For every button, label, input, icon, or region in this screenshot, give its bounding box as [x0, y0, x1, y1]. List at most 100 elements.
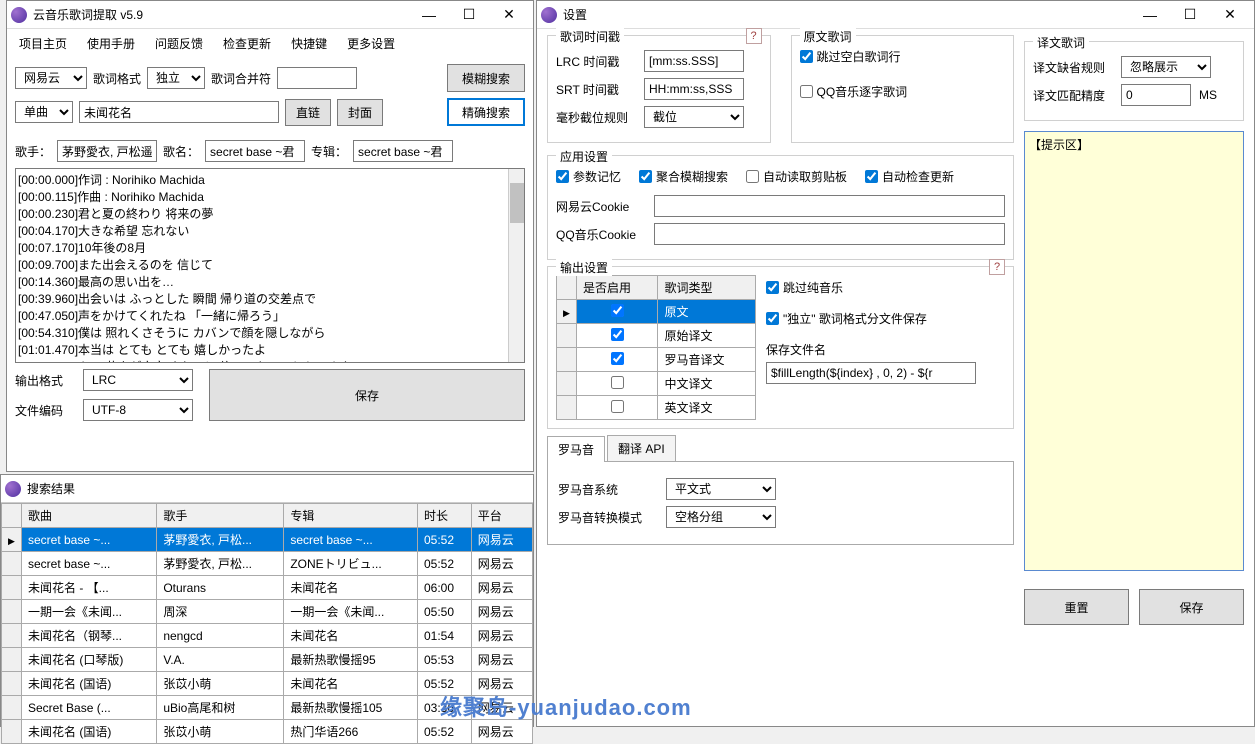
col-duration[interactable]: 时长	[417, 504, 471, 528]
main-title: 云音乐歌词提取 v5.9	[33, 6, 409, 23]
exact-search-button[interactable]: 精确搜索	[447, 98, 525, 126]
agg-fuzzy-checkbox[interactable]: 聚合模糊搜索	[639, 168, 728, 185]
skip-pure-checkbox[interactable]: 跳过纯音乐	[766, 279, 1005, 296]
lyric-ts-legend: 歌词时间戳	[556, 28, 624, 45]
orig-lyric-legend: 原文歌词	[800, 28, 856, 45]
encoding-select[interactable]: UTF-8	[83, 399, 193, 421]
menu-home[interactable]: 项目主页	[15, 33, 71, 54]
help-icon[interactable]: ?	[989, 259, 1005, 275]
settings-reset-button[interactable]: 重置	[1024, 589, 1129, 625]
table-row[interactable]: secret base ~...茅野愛衣, 戸松...secret base ~…	[2, 528, 533, 552]
lyrics-textarea[interactable]: [00:00.000]作词 : Norihiko Machida [00:00.…	[15, 168, 525, 363]
split-file-checkbox[interactable]: "独立" 歌词格式分文件保存	[766, 310, 1005, 327]
missing-rule-select[interactable]: 忽略展示	[1121, 56, 1211, 78]
minimize-button[interactable]: —	[409, 3, 449, 27]
skip-blank-checkbox[interactable]: 跳过空白歌词行	[800, 48, 1006, 65]
artist-label: 歌手：	[15, 143, 51, 160]
ms-rule-label: 毫秒截位规则	[556, 109, 636, 126]
app-icon	[11, 7, 27, 23]
col-enable: 是否启用	[577, 276, 658, 300]
table-row[interactable]: 英文译文	[557, 396, 756, 420]
source-select[interactable]: 网易云	[15, 67, 87, 89]
main-menubar: 项目主页 使用手册 问题反馈 检查更新 快捷键 更多设置	[7, 29, 533, 58]
col-platform[interactable]: 平台	[471, 504, 532, 528]
col-artist[interactable]: 歌手	[157, 504, 284, 528]
output-format-select[interactable]: LRC	[83, 369, 193, 391]
direct-link-button[interactable]: 直链	[285, 99, 331, 126]
close-button[interactable]: ✕	[489, 3, 529, 27]
results-table[interactable]: 歌曲 歌手 专辑 时长 平台 secret base ~...茅野愛衣, 戸松.…	[1, 503, 533, 744]
save-button[interactable]: 保存	[209, 369, 525, 421]
maximize-button[interactable]: ☐	[449, 3, 489, 27]
table-row[interactable]: 未闻花名 (国语)张苡小萌热门华语26605:52网易云	[2, 720, 533, 744]
settings-save-button[interactable]: 保存	[1139, 589, 1244, 625]
lyric-format-select[interactable]: 独立	[147, 67, 205, 89]
minimize-button[interactable]: —	[1130, 3, 1170, 27]
table-row[interactable]: 未闻花名 - 【...Oturans未闻花名06:00网易云	[2, 576, 533, 600]
merge-sym-label: 歌词合并符	[211, 70, 271, 87]
filename-input[interactable]	[766, 362, 976, 384]
table-row[interactable]: 未闻花名 (国语)张苡小萌未闻花名05:52网易云	[2, 672, 533, 696]
lrc-ts-label: LRC 时间戳	[556, 53, 636, 70]
col-song[interactable]: 歌曲	[22, 504, 157, 528]
lyric-format-label: 歌词格式	[93, 70, 141, 87]
ms-rule-select[interactable]: 截位	[644, 106, 744, 128]
auto-clip-checkbox[interactable]: 自动读取剪贴板	[746, 168, 847, 185]
table-row[interactable]: 未闻花名（钢琴...nengcd未闻花名01:54网易云	[2, 624, 533, 648]
param-mem-checkbox[interactable]: 参数记忆	[556, 168, 621, 185]
col-type: 歌词类型	[658, 276, 756, 300]
cover-button[interactable]: 封面	[337, 99, 383, 126]
romaji-mode-select[interactable]: 空格分组	[666, 506, 776, 528]
romaji-sys-select[interactable]: 平文式	[666, 478, 776, 500]
lyric-type-table[interactable]: 是否启用 歌词类型 原文原始译文罗马音译文中文译文英文译文	[556, 275, 756, 420]
type-select[interactable]: 单曲	[15, 101, 73, 123]
qq-char-checkbox[interactable]: QQ音乐逐字歌词	[800, 83, 1006, 100]
col-album[interactable]: 专辑	[284, 504, 418, 528]
lrc-ts-input[interactable]	[644, 50, 744, 72]
results-title: 搜索结果	[27, 480, 529, 497]
app-icon	[541, 7, 557, 23]
app-icon	[5, 481, 21, 497]
menu-feedback[interactable]: 问题反馈	[151, 33, 207, 54]
album-input[interactable]	[353, 140, 453, 162]
help-icon[interactable]: ?	[746, 28, 762, 44]
trans-lyric-legend: 译文歌词	[1033, 34, 1089, 51]
menu-more[interactable]: 更多设置	[343, 33, 399, 54]
precision-input[interactable]	[1121, 84, 1191, 106]
table-row[interactable]: 未闻花名 (口琴版)V.A.最新热歌慢摇9505:53网易云	[2, 648, 533, 672]
table-row[interactable]: secret base ~...茅野愛衣, 戸松...ZONEトリビュ...05…	[2, 552, 533, 576]
srt-ts-label: SRT 时间戳	[556, 81, 636, 98]
menu-update[interactable]: 检查更新	[219, 33, 275, 54]
album-label: 专辑：	[311, 143, 347, 160]
menu-manual[interactable]: 使用手册	[83, 33, 139, 54]
table-row[interactable]: 一期一会《未闻...周深一期一会《未闻...05:50网易云	[2, 600, 533, 624]
ms-unit: MS	[1199, 88, 1217, 102]
table-row[interactable]: 原文	[557, 300, 756, 324]
tab-trans-api[interactable]: 翻译 API	[607, 435, 676, 461]
auto-update-checkbox[interactable]: 自动检查更新	[865, 168, 954, 185]
song-input[interactable]	[205, 140, 305, 162]
filename-label: 保存文件名	[766, 341, 826, 358]
netease-cookie-label: 网易云Cookie	[556, 198, 646, 215]
output-format-label: 输出格式	[15, 372, 75, 389]
merge-sym-input[interactable]	[277, 67, 357, 89]
lyrics-scrollbar[interactable]	[508, 169, 524, 362]
settings-title: 设置	[563, 6, 1130, 23]
table-row[interactable]: 原始译文	[557, 324, 756, 348]
artist-input[interactable]	[57, 140, 157, 162]
tab-romaji[interactable]: 罗马音	[547, 436, 605, 462]
tips-box: 【提示区】	[1024, 131, 1244, 571]
maximize-button[interactable]: ☐	[1170, 3, 1210, 27]
netease-cookie-input[interactable]	[654, 195, 1005, 217]
app-legend: 应用设置	[556, 148, 612, 165]
fuzzy-search-button[interactable]: 模糊搜索	[447, 64, 525, 92]
keyword-input[interactable]	[79, 101, 279, 123]
table-row[interactable]: Secret Base (...uBio高尾和树最新热歌慢摇10503:36网易…	[2, 696, 533, 720]
srt-ts-input[interactable]	[644, 78, 744, 100]
table-row[interactable]: 中文译文	[557, 372, 756, 396]
qq-cookie-input[interactable]	[654, 223, 1005, 245]
table-row[interactable]: 罗马音译文	[557, 348, 756, 372]
close-button[interactable]: ✕	[1210, 3, 1250, 27]
menu-shortcut[interactable]: 快捷键	[287, 33, 331, 54]
precision-label: 译文匹配精度	[1033, 87, 1113, 104]
